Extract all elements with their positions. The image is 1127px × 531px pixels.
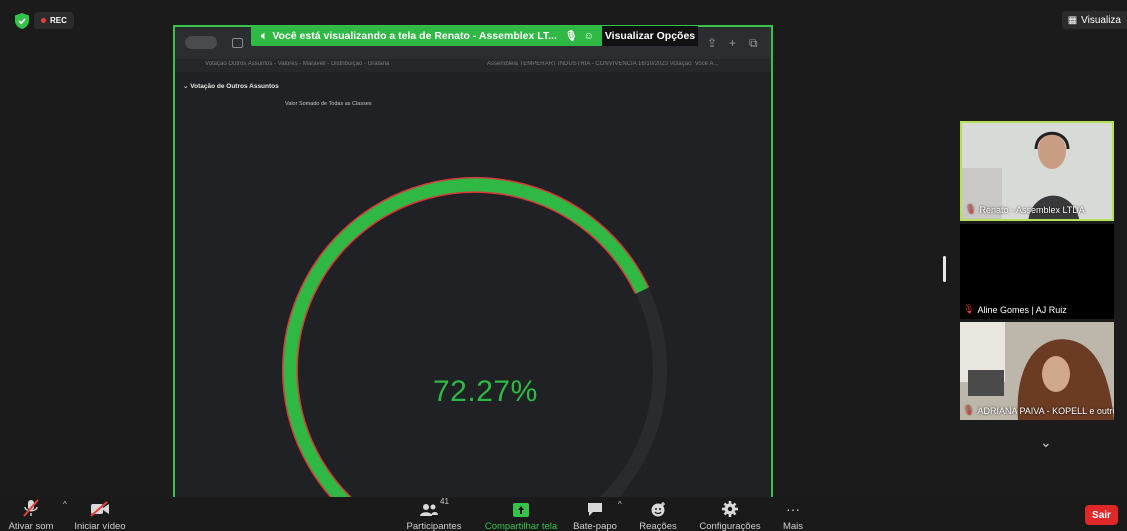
participant-tile[interactable]: 🎙︎ ADRIANA PAIVA - KOPELL e outros: [960, 322, 1114, 420]
share-screen-button[interactable]: Compartilhar tela: [481, 497, 561, 531]
plus-icon: +: [729, 36, 737, 50]
chevron-up-icon[interactable]: ^: [63, 500, 67, 509]
remote-window-pill: [185, 36, 217, 49]
screen-share-banner: 🔈︎ Você está visualizando a tela de Renat…: [251, 26, 698, 46]
unmute-label: Ativar som: [8, 521, 54, 531]
view-options-button[interactable]: Visualizar Opções: [602, 26, 698, 46]
gauge-value: 72.27%: [433, 375, 538, 408]
smile-icon: ☺: [583, 30, 594, 42]
meeting-toolbar: Ativar som ^ Iniciar vídeo 41 Participan…: [0, 497, 1127, 531]
reaction-icon: [636, 497, 680, 517]
settings-button[interactable]: Configurações: [692, 497, 768, 531]
view-button[interactable]: ▦ Visualiza: [1061, 11, 1127, 29]
grid-icon: ▦: [1067, 14, 1078, 26]
mic-muted-icon: 🎙︎: [963, 405, 975, 415]
video-off-icon: [68, 497, 132, 517]
mic-muted-icon: 🎙︎: [564, 30, 578, 42]
participants-icon: 41: [398, 497, 470, 517]
participants-button[interactable]: 41 Participantes: [398, 497, 470, 531]
recording-badge[interactable]: REC: [34, 12, 74, 29]
remote-tab-2: Assembleia TEMPERART INDÚSTRIA - CONVIVÊ…: [487, 61, 719, 67]
reactions-button[interactable]: Reações: [636, 497, 680, 531]
unmute-button[interactable]: Ativar som: [4, 497, 58, 531]
start-video-button[interactable]: Iniciar vídeo: [68, 497, 132, 531]
participant-name-text: Renato - Assemblex LTDA: [979, 204, 1085, 215]
remote-tab-1: Votação Outros Assuntos - Valores - Mara…: [205, 61, 390, 67]
panel-resize-handle[interactable]: [943, 256, 946, 282]
rec-label: REC: [50, 16, 67, 25]
reactions-label: Reações: [639, 521, 677, 531]
participants-label: Participantes: [406, 521, 462, 531]
gear-icon: [692, 497, 768, 517]
shield-icon[interactable]: [12, 11, 32, 31]
participant-name-1: 🎙︎ Renato - Assemblex LTDA: [965, 204, 1085, 215]
sidebar-icon: [232, 38, 243, 48]
more-icon: ···: [786, 501, 800, 517]
gauge-green-arc: [283, 178, 648, 498]
participant-tile[interactable]: 🎙︎ Renato - Assemblex LTDA: [960, 121, 1114, 221]
mic-muted-icon: 🎙︎: [965, 204, 977, 214]
tabs-icon: ⧉: [749, 36, 758, 50]
start-video-label: Iniciar vídeo: [74, 521, 126, 531]
participant-name-text: Aline Gomes | AJ Ruiz: [977, 304, 1067, 315]
leave-button[interactable]: Sair: [1085, 505, 1118, 525]
view-label: Visualiza: [1081, 14, 1121, 26]
participants-count: 41: [440, 497, 449, 506]
share-screen-icon: [481, 497, 561, 517]
banner-text: Você está visualizando a tela de Renato …: [272, 30, 557, 42]
mic-muted-icon: [4, 497, 58, 517]
chat-label: Bate-papo: [573, 521, 617, 531]
zoom-meeting-window: REC ▦ Visualiza ⇪ + ⧉ Votação Outros Ass…: [0, 0, 1127, 531]
share-screen-label: Compartilhar tela: [484, 521, 558, 531]
chat-icon: [570, 497, 620, 517]
settings-label: Configurações: [699, 521, 761, 531]
shared-screen: ⇪ + ⧉ Votação Outros Assuntos - Valores …: [173, 25, 773, 500]
chevron-up-icon[interactable]: ^: [618, 500, 622, 509]
participant-name-3: 🎙︎ ADRIANA PAIVA - KOPELL e outros: [963, 405, 1114, 416]
chevron-down-icon[interactable]: ⌄: [1040, 434, 1052, 451]
share-icon: ⇪: [707, 36, 718, 50]
more-button[interactable]: ··· Mais: [778, 497, 808, 531]
participant-name-2: 🎙︎ Aline Gomes | AJ Ruiz: [963, 304, 1067, 315]
dashboard-panel: ⌄ Votação de Outros Assuntos Valor Somad…: [175, 72, 771, 498]
remote-tab-bar: Votação Outros Assuntos - Valores - Mara…: [175, 59, 771, 72]
mic-muted-icon: 🎙︎: [963, 304, 975, 314]
more-label: Mais: [782, 521, 804, 531]
chat-button[interactable]: Bate-papo: [570, 497, 620, 531]
gauge-chart: [281, 177, 667, 498]
participant-name-text: ADRIANA PAIVA - KOPELL e outros: [977, 405, 1114, 416]
rec-dot-icon: [41, 18, 46, 23]
participant-tile[interactable]: 🎙︎ Aline Gomes | AJ Ruiz: [960, 224, 1114, 319]
speaker-icon: 🔈︎: [261, 29, 268, 42]
